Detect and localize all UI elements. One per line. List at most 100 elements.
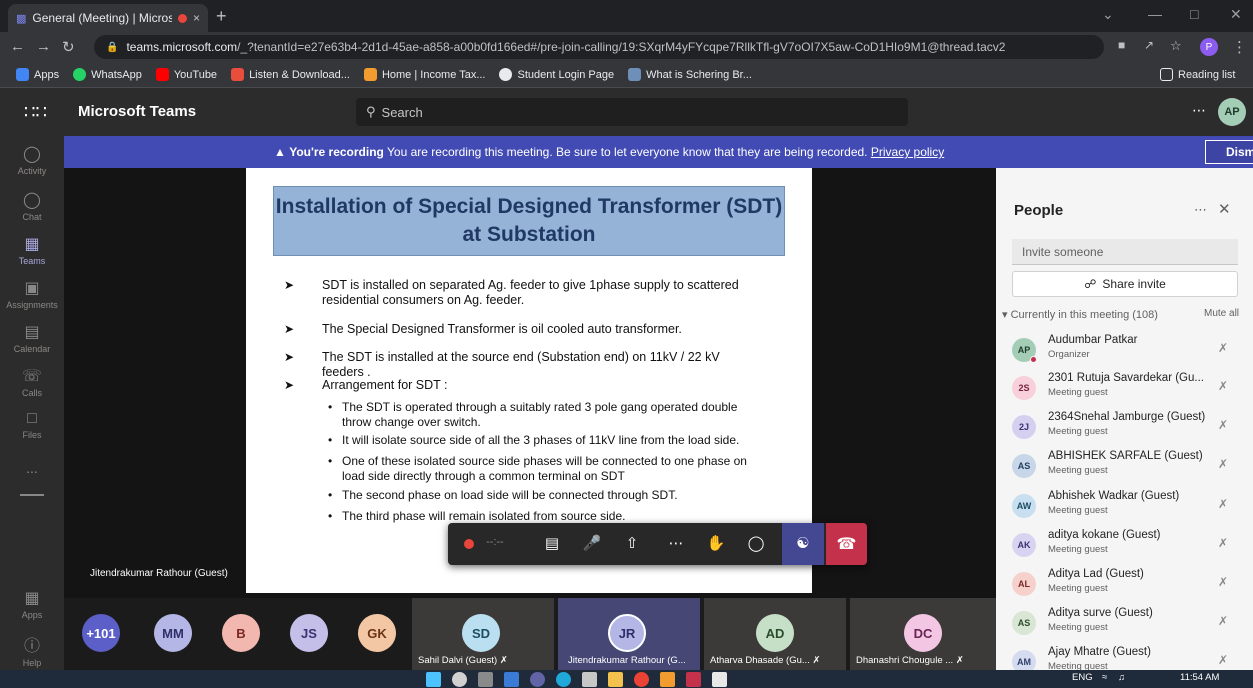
participant-row[interactable]: AS Aditya surve (Guest) Meeting guest ✗	[996, 605, 1253, 643]
participant-tile[interactable]: DC Dhanashri Chougule ... ✗	[850, 598, 996, 670]
rail-files[interactable]: □ Files	[0, 410, 64, 440]
volume-icon[interactable]: ♫	[1118, 672, 1125, 683]
maximize-icon[interactable]: □	[1190, 6, 1198, 22]
camera-off-icon[interactable]: ▤	[540, 534, 564, 552]
rail-assignments[interactable]: ▣ Assignments	[0, 278, 64, 310]
tab-close-icon[interactable]: ×	[193, 11, 200, 25]
invite-input[interactable]: Invite someone	[1012, 239, 1238, 265]
bookmark-listen-download[interactable]: Listen & Download...	[231, 68, 350, 81]
participant-avatar[interactable]: GK	[358, 614, 396, 652]
rail-calls[interactable]: ☏ Calls	[0, 366, 64, 398]
bookmark-whatsapp[interactable]: WhatsApp	[73, 68, 142, 81]
overflow-count-avatar[interactable]: +101	[82, 614, 120, 652]
mic-off-icon[interactable]: ✗	[1218, 418, 1228, 432]
url-field[interactable]: 🔒 teams.microsoft.com/_?tenantId=e27e63b…	[94, 35, 1104, 59]
bookmark-student-login[interactable]: Student Login Page	[499, 68, 614, 81]
profile-avatar[interactable]: P	[1200, 38, 1218, 56]
back-arrow-icon[interactable]: ←	[10, 38, 25, 55]
chevron-down-icon[interactable]: ⌄	[1102, 6, 1114, 23]
search-input[interactable]: ⚲ Search	[356, 98, 908, 126]
participant-row[interactable]: AL Aditya Lad (Guest) Meeting guest ✗	[996, 566, 1253, 604]
mute-all-button[interactable]: Mute all	[1204, 308, 1239, 319]
task-view-icon[interactable]	[478, 672, 493, 687]
folder-icon[interactable]	[608, 672, 623, 687]
doc-icon	[628, 68, 642, 81]
rail-chat[interactable]: ◯ Chat	[0, 190, 64, 222]
participant-avatar[interactable]: B	[222, 614, 260, 652]
participant-row[interactable]: 2J 2364Snehal Jamburge (Guest) Meeting g…	[996, 409, 1253, 447]
mic-off-icon[interactable]: ✗	[1218, 379, 1228, 393]
language-indicator[interactable]: ENG	[1072, 672, 1093, 683]
camera-icon[interactable]: ■	[1118, 38, 1125, 52]
chrome-icon[interactable]	[634, 672, 649, 687]
mic-off-icon[interactable]: 🎤	[580, 534, 604, 552]
minimize-icon[interactable]: —	[1148, 6, 1162, 22]
mic-off-icon[interactable]: ✗	[1218, 575, 1228, 589]
mic-off-icon[interactable]: ✗	[1218, 614, 1228, 628]
rail-teams[interactable]: ▦ Teams	[0, 234, 64, 266]
raise-hand-icon[interactable]: ✋	[704, 534, 728, 552]
rail-calendar[interactable]: ▤ Calendar	[0, 322, 64, 354]
rail-apps[interactable]: ▦ Apps	[0, 588, 64, 620]
current-participants-header[interactable]: ▾ Currently in this meeting (108)	[1002, 308, 1158, 321]
reading-list-button[interactable]: Reading list	[1160, 68, 1235, 81]
arrow-bullet-icon: ➤	[284, 322, 295, 336]
settings-icon[interactable]	[582, 672, 597, 687]
teams-chat-icon[interactable]	[530, 672, 545, 687]
search-icon[interactable]	[452, 672, 467, 687]
reload-icon[interactable]: ↻	[62, 38, 75, 56]
close-panel-icon[interactable]: ✕	[1218, 200, 1231, 218]
participant-row[interactable]: 2S 2301 Rutuja Savardekar (Gu... Meeting…	[996, 370, 1253, 408]
participant-row[interactable]: AW Abhishek Wadkar (Guest) Meeting guest…	[996, 488, 1253, 526]
edge-icon[interactable]	[556, 672, 571, 687]
share-screen-icon[interactable]: ⇧	[620, 534, 644, 552]
pdf-icon[interactable]	[686, 672, 701, 687]
participant-row[interactable]: AK aditya kokane (Guest) Meeting guest ✗	[996, 527, 1253, 565]
participant-tile[interactable]: SD Sahil Dalvi (Guest) ✗	[412, 598, 554, 670]
mic-off-icon[interactable]: ✗	[1218, 497, 1228, 511]
mic-off-icon[interactable]: ✗	[1218, 341, 1228, 355]
clock-time[interactable]: 11:54 AM	[1180, 672, 1219, 683]
people-button[interactable]: ☯	[782, 523, 824, 565]
close-icon[interactable]: ✕	[1230, 6, 1242, 23]
panel-more-icon[interactable]: ⋯	[1194, 202, 1207, 218]
participant-row[interactable]: AP Audumbar Patkar Organizer ✗	[996, 332, 1253, 370]
more-options-icon[interactable]: ⋯	[1192, 102, 1206, 119]
forward-arrow-icon[interactable]: →	[36, 38, 51, 55]
notepad-icon[interactable]	[712, 672, 727, 687]
bookmark-schering[interactable]: What is Schering Br...	[628, 68, 752, 81]
widgets-icon[interactable]	[504, 672, 519, 687]
participant-avatar[interactable]: JS	[290, 614, 328, 652]
browser-tab[interactable]: ▩ General (Meeting) | Microsoft ×	[8, 4, 208, 32]
participant-row[interactable]: AS ABHISHEK SARFALE (Guest) Meeting gues…	[996, 448, 1253, 486]
rail-more[interactable]: ...	[0, 460, 64, 476]
participant-row[interactable]: AM Ajay Mhatre (Guest) Meeting guest ✗	[996, 644, 1253, 670]
participant-avatar[interactable]: MM	[154, 614, 192, 652]
wifi-icon[interactable]: ≈	[1102, 672, 1107, 683]
share-icon[interactable]: ↗	[1144, 38, 1154, 52]
mic-off-icon[interactable]: ✗	[1218, 536, 1228, 550]
participant-tile[interactable]: AD Atharva Dhasade (Gu... ✗	[704, 598, 846, 670]
more-actions-icon[interactable]: ⋯	[664, 534, 688, 552]
rail-help[interactable]: ⓘ Help	[0, 632, 64, 668]
app-launcher-icon[interactable]: ∷∷	[24, 102, 47, 123]
bookmark-apps[interactable]: Apps	[16, 68, 59, 81]
mic-off-icon[interactable]: ✗	[1218, 653, 1228, 667]
user-avatar[interactable]: AP	[1218, 98, 1246, 126]
rail-activity[interactable]: ◯ Activity	[0, 144, 64, 176]
bookmark-youtube[interactable]: YouTube	[155, 68, 217, 81]
hang-up-button[interactable]: ☎	[826, 523, 867, 565]
chat-bubble-icon[interactable]: ◯	[744, 534, 768, 552]
privacy-policy-link[interactable]: Privacy policy	[871, 145, 944, 159]
menu-dots-icon[interactable]: ⋮	[1232, 38, 1247, 56]
participant-tile[interactable]: JR Jitendrakumar Rathour (G...	[558, 598, 700, 670]
participant-name: Aditya Lad (Guest)	[1048, 568, 1144, 580]
app-icon[interactable]	[660, 672, 675, 687]
mic-off-icon[interactable]: ✗	[1218, 457, 1228, 471]
windows-start-icon[interactable]	[426, 672, 441, 687]
dismiss-button[interactable]: Dismiss	[1205, 140, 1253, 164]
share-invite-button[interactable]: ☍ Share invite	[1012, 271, 1238, 297]
new-tab-button[interactable]: +	[216, 6, 227, 27]
star-icon[interactable]: ☆	[1170, 38, 1182, 54]
bookmark-income-tax[interactable]: Home | Income Tax...	[363, 68, 485, 81]
